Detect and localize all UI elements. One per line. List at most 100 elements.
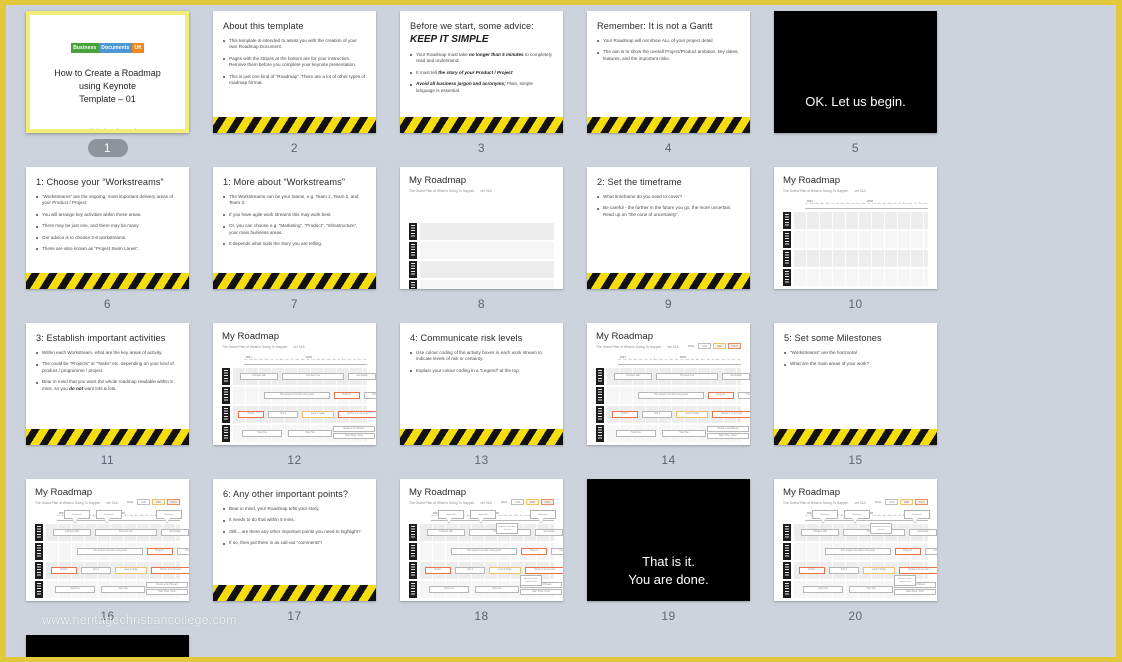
- slide-thumbnail-8[interactable]: My Roadmap The Grand Plan of What is Goin…: [400, 167, 563, 289]
- activity-box[interactable]: The Next One: [656, 372, 718, 380]
- activity-box[interactable]: and Finally: [535, 528, 563, 536]
- activity-box[interactable]: A Project with: [240, 372, 278, 380]
- slide-thumbnail-20[interactable]: My Roadmap The Grand Plan of What is Goin…: [774, 479, 937, 601]
- slide-thumbnail-10[interactable]: My Roadmap The Grand Plan of What is Goin…: [774, 167, 937, 289]
- workstream-lane[interactable]: [783, 268, 928, 286]
- activity-box[interactable]: Deliver it to our team: [712, 410, 750, 418]
- slide-number-4[interactable]: 4: [649, 139, 689, 157]
- workstream-lane[interactable]: [783, 230, 928, 248]
- milestone-marker[interactable]: Milestone: [904, 510, 930, 519]
- slide-number-7[interactable]: 7: [275, 295, 315, 313]
- activity-box[interactable]: Land it Today: [489, 566, 521, 574]
- slide-thumbnail-5[interactable]: OK. Let us begin.: [774, 11, 937, 133]
- activity-box[interactable]: Build it: [425, 566, 451, 574]
- activity-box[interactable]: Build it: [51, 566, 77, 574]
- milestone-marker[interactable]: Milestone: [530, 510, 556, 519]
- milestone-marker[interactable]: Milestone: [844, 510, 870, 519]
- workstream-lane[interactable]: Build it Test it Land it Today Deliver it t…: [35, 561, 189, 579]
- activity-box[interactable]: Needs a 2nd Stream: [146, 582, 188, 588]
- workstream-lane[interactable]: [783, 249, 928, 267]
- slide-thumbnail-13[interactable]: 4: Communicate risk levels Use colour cod…: [400, 323, 563, 445]
- activity-box[interactable]: Project 1: [521, 547, 547, 555]
- activity-box[interactable]: Build it: [799, 566, 825, 574]
- activity-box[interactable]: Task Two: [475, 585, 519, 593]
- slide-thumbnail-16[interactable]: My Roadmap The Grand Plan of What is Goin…: [26, 479, 189, 601]
- slide-thumbnail-12[interactable]: My Roadmap The Grand Plan of What is Goin…: [213, 323, 376, 445]
- activity-box[interactable]: This project runs with a long span: [77, 547, 143, 555]
- workstream-lane[interactable]: Task One Task TwoNeeds a 2nd StreamTask T…: [222, 424, 375, 442]
- slide-thumbnail-11[interactable]: 3: Establish important activities Within …: [26, 323, 189, 445]
- activity-box[interactable]: Needs a 2nd Stream: [333, 426, 375, 432]
- activity-box[interactable]: Task Two: [849, 585, 893, 593]
- activity-box[interactable]: A Project with: [614, 372, 652, 380]
- slide-thumbnail-19[interactable]: That is it. You are done.: [587, 479, 750, 601]
- activity-box[interactable]: Task Three / Four: [520, 589, 562, 595]
- activity-box[interactable]: Needs a 2nd Stream: [707, 426, 749, 432]
- activity-box[interactable]: Task Two: [288, 429, 332, 437]
- activity-box[interactable]: Test it: [642, 410, 672, 418]
- workstream-lane[interactable]: This project runs with a long span Projec…: [596, 386, 750, 404]
- slide-number-18[interactable]: 18: [462, 607, 502, 625]
- activity-box[interactable]: This project runs with a long span: [264, 391, 330, 399]
- activity-box[interactable]: Deliver it to our team: [899, 566, 937, 574]
- slide-number-3[interactable]: 3: [462, 139, 502, 157]
- activity-box[interactable]: A Project with: [801, 528, 839, 536]
- activity-box[interactable]: This project runs with a long span: [825, 547, 891, 555]
- activity-box[interactable]: Project 2: [551, 547, 563, 555]
- slide-number-15[interactable]: 15: [836, 451, 876, 469]
- slide-number-6[interactable]: 6: [88, 295, 128, 313]
- activity-box[interactable]: Project 2: [738, 391, 750, 399]
- activity-box[interactable]: Task Three / Four: [333, 433, 375, 439]
- slide-thumbnail-4[interactable]: Remember: It is not a Gantt Your Roadmap …: [587, 11, 750, 133]
- workstream-lane[interactable]: Build it Test it Land it Today Deliver it t…: [222, 405, 376, 423]
- activity-box[interactable]: and Finally: [722, 372, 750, 380]
- milestone-marker[interactable]: Milestone: [96, 510, 122, 519]
- activity-box[interactable]: Test it: [455, 566, 485, 574]
- slide-number-14[interactable]: 14: [649, 451, 689, 469]
- workstream-lane[interactable]: A Project with The Next One and Finally: [222, 367, 376, 385]
- activity-box[interactable]: Land it Today: [676, 410, 708, 418]
- slide-thumbnail-18[interactable]: My Roadmap The Grand Plan of What is Goin…: [400, 479, 563, 601]
- slide-number-16[interactable]: 16: [88, 607, 128, 625]
- workstream-lane[interactable]: [783, 211, 928, 229]
- activity-box[interactable]: Project 2: [925, 547, 937, 555]
- activity-box[interactable]: Task Three / Four: [894, 589, 936, 595]
- slide-number-8[interactable]: 8: [462, 295, 502, 313]
- activity-box[interactable]: Test it: [81, 566, 111, 574]
- activity-box[interactable]: Task Three / Four: [146, 589, 188, 595]
- activity-box[interactable]: Build it: [612, 410, 638, 418]
- activity-box[interactable]: A Project with: [427, 528, 465, 536]
- slide-thumbnail-3[interactable]: Before we start, some advice: KEEP IT SIM…: [400, 11, 563, 133]
- activity-box[interactable]: and Finally: [909, 528, 937, 536]
- activity-box[interactable]: and Finally: [161, 528, 189, 536]
- activity-box[interactable]: This project runs with a long span: [638, 391, 704, 399]
- activity-box[interactable]: Deliver it to our team: [151, 566, 189, 574]
- activity-box[interactable]: Task One: [803, 585, 843, 593]
- activity-box[interactable]: Task One: [55, 585, 95, 593]
- workstream-lane[interactable]: Build it Test it Land it Today Deliver it t…: [596, 405, 750, 423]
- workstream-lane[interactable]: This project runs with a long span Projec…: [222, 386, 376, 404]
- activity-box[interactable]: Project 1: [334, 391, 360, 399]
- slide-thumbnail-15[interactable]: 5: Set some Milestones “Workstreams” are …: [774, 323, 937, 445]
- activity-box[interactable]: Task One: [616, 429, 656, 437]
- activity-box[interactable]: This project runs with a long span: [451, 547, 517, 555]
- slide-thumbnail-9[interactable]: 2: Set the timeframe What timeframe do yo…: [587, 167, 750, 289]
- slide-number-11[interactable]: 11: [88, 451, 128, 469]
- slide-thumbnail-1[interactable]: Business Documents UK How to Create a Roadm…: [26, 11, 189, 133]
- activity-box[interactable]: Build it: [238, 410, 264, 418]
- slide-number-19[interactable]: 19: [649, 607, 689, 625]
- slide-thumbnail-6[interactable]: 1: Choose your “Workstreams” “Workstreams…: [26, 167, 189, 289]
- callout-comment[interactable]: Another call-out comment here: [894, 575, 916, 586]
- slide-number-2[interactable]: 2: [275, 139, 315, 157]
- activity-box[interactable]: Deliver it to our team: [338, 410, 376, 418]
- activity-box[interactable]: Task Three / Four: [707, 433, 749, 439]
- slide-number-13[interactable]: 13: [462, 451, 502, 469]
- slide-number-20[interactable]: 20: [836, 607, 876, 625]
- workstream-lane[interactable]: [409, 222, 554, 240]
- activity-box[interactable]: Task Two: [101, 585, 145, 593]
- slide-thumbnail-2[interactable]: About this template This template is inte…: [213, 11, 376, 133]
- workstream-lane[interactable]: This project runs with a long span Projec…: [409, 542, 563, 560]
- slide-thumbnail-7[interactable]: 1: More about “Workstreams” The Workstrea…: [213, 167, 376, 289]
- workstream-lane[interactable]: This project runs with a long span Projec…: [35, 542, 189, 560]
- workstream-lane[interactable]: Task One Task TwoNeeds a 2nd StreamTask T…: [35, 580, 188, 598]
